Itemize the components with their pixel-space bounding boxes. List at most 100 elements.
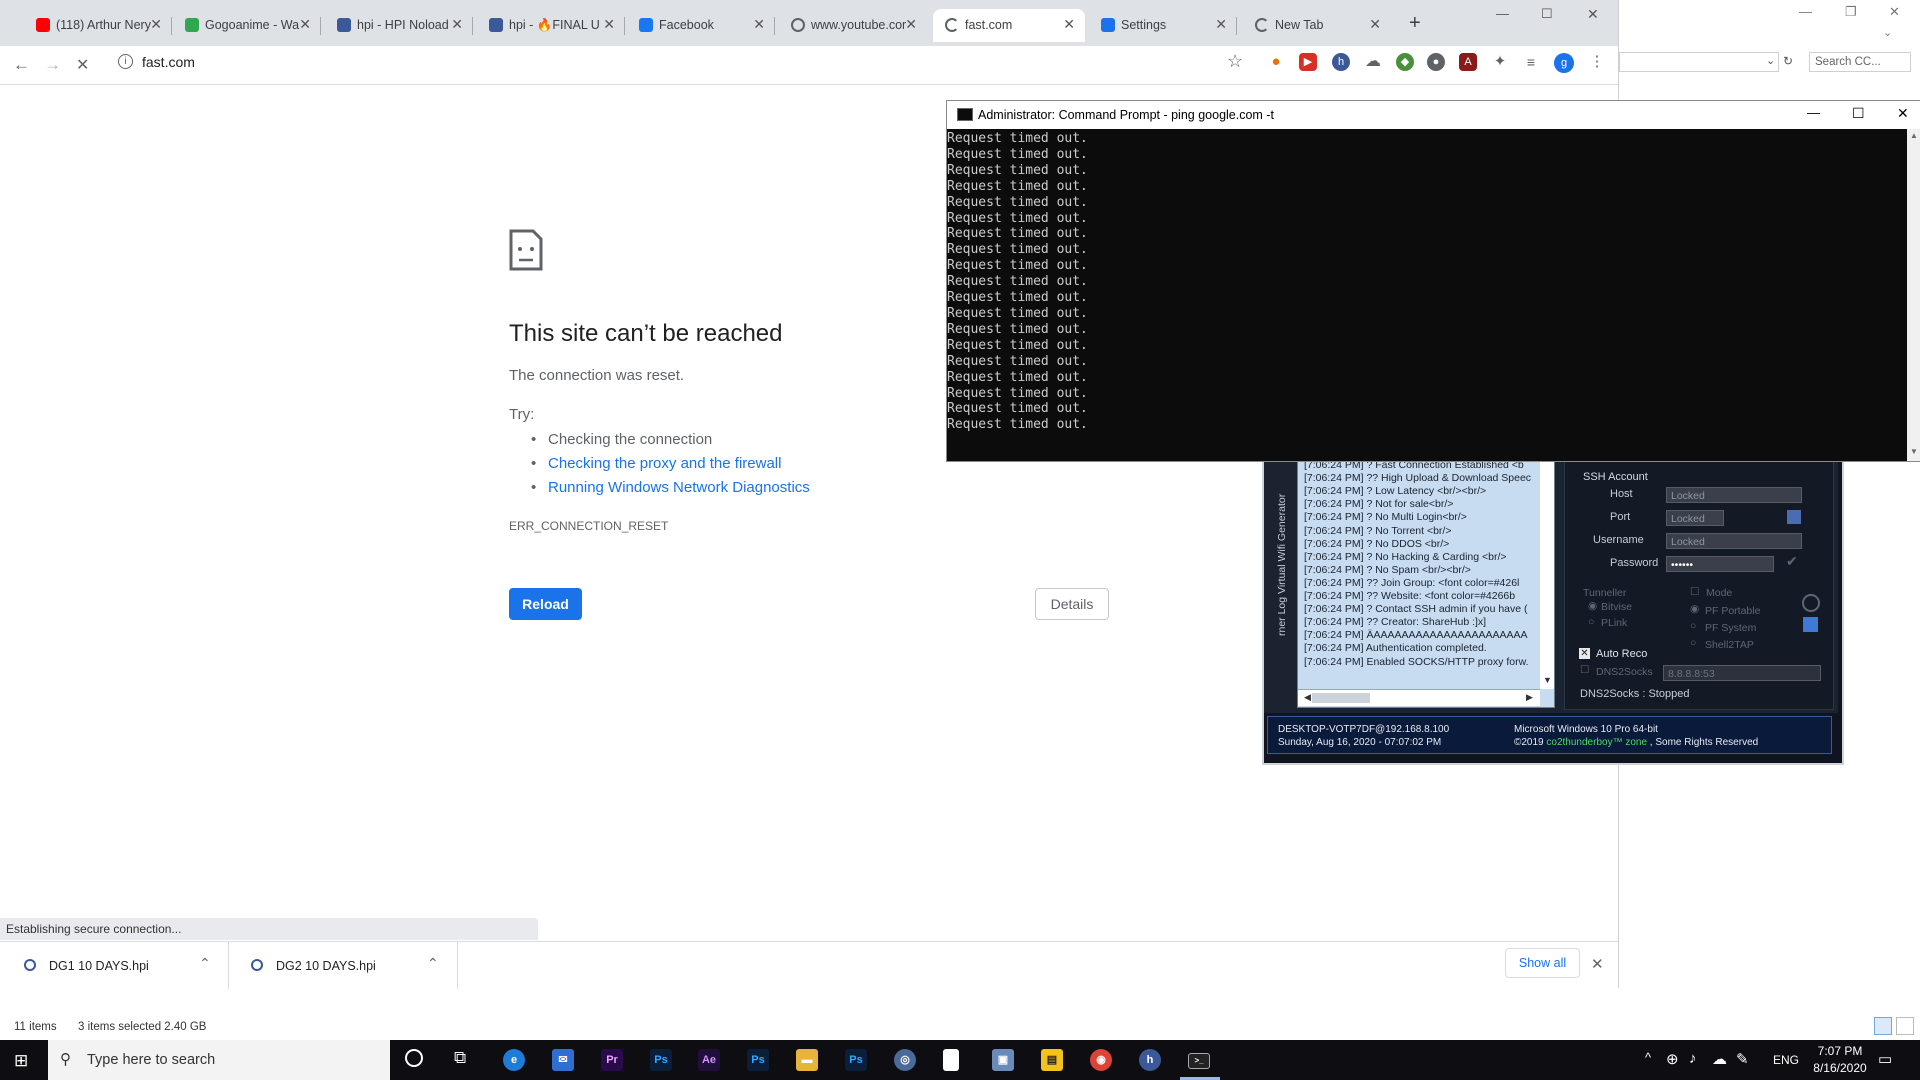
- close-tab-icon[interactable]: ✕: [451, 16, 463, 33]
- clock-time[interactable]: 7:07 PM: [1814, 1044, 1866, 1058]
- radio-icon[interactable]: ◉: [1588, 600, 1597, 612]
- chevron-up-icon[interactable]: ⌃: [427, 955, 439, 972]
- cmd-titlebar[interactable]: Administrator: Command Prompt - ping goo…: [947, 101, 1920, 129]
- close-icon[interactable]: ✕: [1889, 4, 1900, 20]
- bitvise-option[interactable]: Bitvise: [1601, 601, 1632, 613]
- task-view-icon[interactable]: ⧉: [454, 1048, 466, 1068]
- extension-circle-icon[interactable]: ●: [1427, 53, 1445, 71]
- omnibox[interactable]: i fast.com ☆: [110, 50, 1280, 80]
- search-input[interactable]: Search CC...: [1809, 52, 1911, 72]
- pen-icon[interactable]: ✎: [1736, 1050, 1749, 1068]
- checkbox-icon[interactable]: ☐: [1690, 586, 1699, 598]
- tab[interactable]: fast.com ✕: [933, 9, 1085, 42]
- onedrive-icon[interactable]: ☁: [1712, 1050, 1727, 1068]
- star-icon[interactable]: ☆: [1227, 51, 1243, 72]
- language-indicator[interactable]: ENG: [1773, 1053, 1799, 1067]
- horizontal-scrollbar[interactable]: ◀ ▶: [1298, 689, 1540, 706]
- close-tab-icon[interactable]: ✕: [1369, 16, 1381, 33]
- download-item[interactable]: DG1 10 DAYS.hpi ⌃: [0, 942, 229, 989]
- cmd-output[interactable]: Request timed out. Request timed out. Requ…: [947, 129, 1907, 461]
- sticky-notes-icon[interactable]: ▤: [1041, 1049, 1063, 1071]
- chevron-up-icon[interactable]: ^: [1645, 1050, 1651, 1065]
- details-button[interactable]: Details: [1035, 588, 1109, 620]
- tab[interactable]: (118) Arthur Nery ✕: [24, 9, 172, 42]
- tab[interactable]: Facebook ✕: [627, 9, 775, 42]
- radio-icon[interactable]: ◉: [1690, 603, 1699, 615]
- close-icon[interactable]: ✕: [1897, 105, 1909, 122]
- checkbox-icon[interactable]: ☐: [1580, 664, 1589, 676]
- app-icon[interactable]: ▣: [992, 1049, 1014, 1071]
- radio-icon[interactable]: ○: [1690, 620, 1696, 632]
- notification-icon[interactable]: ▭: [1878, 1050, 1892, 1068]
- tab[interactable]: New Tab ✕: [1243, 9, 1391, 42]
- premiere-icon[interactable]: Pr: [601, 1049, 623, 1071]
- media-queue-icon[interactable]: ≡: [1522, 53, 1540, 71]
- close-tab-icon[interactable]: ✕: [150, 16, 162, 33]
- plink-option[interactable]: PLink: [1601, 617, 1627, 629]
- maximize-icon[interactable]: ☐: [1541, 6, 1553, 22]
- network-icon[interactable]: ⊕: [1666, 1050, 1679, 1068]
- suggestion-link[interactable]: Running Windows Network Diagnostics: [531, 479, 810, 496]
- close-icon[interactable]: ✕: [1587, 6, 1599, 23]
- close-tab-icon[interactable]: ✕: [1063, 16, 1075, 33]
- menu-icon[interactable]: ⋮: [1588, 53, 1606, 71]
- reload-button[interactable]: Reload: [509, 588, 582, 620]
- settings-icon[interactable]: [1802, 594, 1820, 612]
- pf-portable-option[interactable]: PF Portable: [1705, 605, 1760, 617]
- shell2tap-option[interactable]: Shell2TAP: [1705, 639, 1754, 651]
- photoshop-icon[interactable]: Ps: [650, 1049, 672, 1071]
- tab[interactable]: Settings ✕: [1089, 9, 1237, 42]
- photoshop-icon[interactable]: Ps: [845, 1049, 867, 1071]
- info-icon[interactable]: i: [118, 54, 133, 69]
- extension-hpi-icon[interactable]: h: [1332, 53, 1350, 71]
- minimize-icon[interactable]: —: [1799, 4, 1812, 19]
- back-icon[interactable]: ←: [13, 55, 30, 75]
- close-tab-icon[interactable]: ✕: [299, 16, 311, 33]
- username-field[interactable]: Locked: [1666, 533, 1802, 549]
- puzzle-icon[interactable]: ✦: [1491, 53, 1509, 71]
- chevron-down-icon[interactable]: ⌄: [1883, 26, 1892, 39]
- extension-red-icon[interactable]: ▶: [1299, 53, 1317, 71]
- password-field[interactable]: ••••••: [1666, 556, 1774, 572]
- close-tab-icon[interactable]: ✕: [905, 16, 917, 33]
- tab[interactable]: www.youtube.com ✕: [779, 9, 927, 42]
- refresh-icon[interactable]: [1803, 617, 1818, 632]
- address-bar[interactable]: ⌄: [1619, 52, 1779, 72]
- chevron-down-icon[interactable]: ⌄: [1766, 54, 1775, 67]
- tiles-view-icon[interactable]: [1896, 1017, 1914, 1035]
- new-tab-icon[interactable]: +: [1409, 12, 1421, 35]
- scrollbar-thumb[interactable]: [1312, 693, 1370, 703]
- minimize-icon[interactable]: —: [1496, 6, 1509, 21]
- host-field[interactable]: Locked: [1666, 487, 1802, 503]
- maximize-icon[interactable]: ❐: [1845, 4, 1857, 20]
- url-text[interactable]: fast.com: [142, 54, 195, 70]
- forward-icon[interactable]: →: [44, 55, 61, 75]
- download-item[interactable]: DG2 10 DAYS.hpi ⌃: [229, 942, 458, 989]
- tab[interactable]: hpi - 🔥FINAL U ✕: [477, 9, 625, 42]
- globe-app-icon[interactable]: ◎: [894, 1049, 916, 1071]
- save-icon[interactable]: [1787, 510, 1801, 524]
- refresh-icon[interactable]: ↻: [1783, 54, 1793, 68]
- port-field[interactable]: Locked: [1666, 510, 1724, 526]
- cmd-taskbar-icon[interactable]: >_: [1188, 1053, 1210, 1069]
- suggestion-link[interactable]: Checking the proxy and the firewall: [531, 455, 782, 472]
- location-pin-icon[interactable]: ●: [1267, 53, 1285, 71]
- mail-icon[interactable]: ✉: [552, 1049, 574, 1071]
- dns-field[interactable]: 8.8.8.8:53: [1663, 665, 1821, 681]
- check-icon[interactable]: ✔: [1786, 553, 1798, 570]
- profile-avatar[interactable]: g: [1554, 53, 1574, 73]
- vertical-scrollbar[interactable]: ▼: [1540, 457, 1554, 689]
- cortana-icon[interactable]: [405, 1049, 423, 1067]
- file-explorer-icon[interactable]: ▬: [796, 1049, 818, 1071]
- pf-system-option[interactable]: PF System: [1705, 622, 1756, 634]
- auto-reco-checkbox[interactable]: ✕: [1579, 648, 1590, 659]
- vertical-scrollbar[interactable]: ▲ ▼: [1907, 129, 1920, 461]
- details-view-icon[interactable]: [1874, 1017, 1892, 1035]
- cloud-icon[interactable]: ☁: [1364, 53, 1382, 71]
- windows-start-icon[interactable]: ⊞: [14, 1051, 28, 1071]
- volume-icon[interactable]: ♪: [1689, 1050, 1697, 1067]
- close-icon[interactable]: ✕: [1591, 955, 1604, 973]
- radio-icon[interactable]: ○: [1690, 637, 1696, 649]
- side-tabs[interactable]: rner Log Virtual Wifi Generator: [1276, 456, 1292, 636]
- close-tab-icon[interactable]: ✕: [603, 16, 615, 33]
